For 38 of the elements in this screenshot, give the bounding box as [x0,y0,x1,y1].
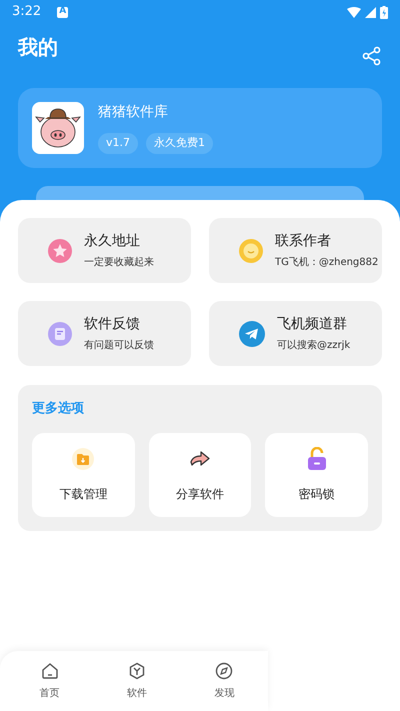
cube-icon [128,662,146,680]
share-button[interactable] [362,46,382,66]
section-title: 更多选项 [32,400,85,418]
pig-logo-icon [32,102,84,154]
option-tile[interactable]: 分享软件 [148,432,252,516]
chat-icon [239,238,263,262]
link-card[interactable]: 联系作者 TG飞机：@zheng882 [209,218,382,283]
option-tile[interactable]: 下载管理 [32,432,135,516]
link-card[interactable]: 永久地址 一定要收藏起来 [18,218,191,283]
link-subtitle: 有问题可以反馈 [84,338,154,353]
nav-tab[interactable]: 软件 [106,662,167,700]
compass-icon [215,662,234,680]
link-card[interactable]: 软件反馈 有问题可以反馈 [18,301,191,366]
share-arrow-icon [188,450,211,468]
paper-plane-icon [239,320,265,346]
link-subtitle: 可以搜索@zzrjk [277,338,350,353]
link-subtitle: TG飞机：@zheng882 [275,256,378,270]
link-card[interactable]: 飞机频道群 可以搜索@zzrjk [209,301,382,366]
page-title: 我的 [18,34,58,61]
link-title: 飞机频道群 [277,315,348,334]
note-icon [48,322,72,346]
wifi-icon [347,6,361,18]
signal-icon [365,6,376,18]
link-subtitle: 一定要收藏起来 [84,256,154,270]
app-name: 猪猪软件库 [98,103,169,122]
lock-icon [306,446,328,470]
link-title: 联系作者 [275,232,332,251]
home-icon [40,662,59,680]
option-tile[interactable]: 密码锁 [265,432,368,516]
battery-icon [380,6,388,18]
app-tag: v1.7 [98,133,138,154]
link-title: 永久地址 [84,232,141,251]
status-time: 3:22 [12,3,42,22]
download-folder-icon [72,448,94,470]
nav-tab[interactable]: 发现 [194,662,254,700]
link-title: 软件反馈 [84,315,141,334]
app-tag: 永久免费1 [146,133,214,154]
nav-tab[interactable]: 首页 [20,662,80,700]
